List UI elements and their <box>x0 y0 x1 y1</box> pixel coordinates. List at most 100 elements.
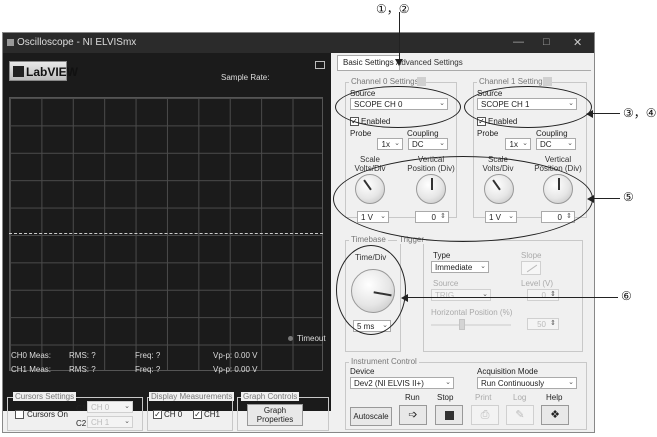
channel0-color-swatch <box>417 77 426 86</box>
maximize-button[interactable]: □ <box>543 36 550 48</box>
chevron-down-icon: ⌄ <box>394 140 400 147</box>
trigger-type-value: Immediate <box>435 263 473 272</box>
ch0-meas-label: CH0 Meas: <box>11 351 52 360</box>
cursors-on-checkbox[interactable] <box>15 410 24 419</box>
timebase-group-label: Timebase <box>349 235 388 244</box>
trigger-level-value: 0 <box>541 291 546 300</box>
ch1-vpp: Vp-p: 0.00 V <box>213 365 258 374</box>
annotation-arrow-1-2 <box>399 12 401 60</box>
chevron-down-icon: ⌄ <box>124 418 130 425</box>
title-bar: Oscilloscope - NI ELVISmx — □ ✕ <box>3 33 594 53</box>
channel1-group-label: Channel 1 Settings <box>477 77 549 86</box>
channel1-coupling-label: Coupling <box>536 129 568 138</box>
trigger-type-label: Type <box>433 251 451 260</box>
display-ch1-label: CH1 <box>204 410 221 419</box>
close-button[interactable]: ✕ <box>573 36 582 49</box>
help-label: Help <box>546 393 563 402</box>
autoscale-button[interactable]: Autoscale <box>350 407 392 426</box>
run-button[interactable]: ➩ <box>399 405 427 425</box>
print-label: Print <box>475 393 492 402</box>
ch0-vpp: Vp-p: 0.00 V <box>213 351 258 360</box>
spin-arrows-icon: ⇕ <box>550 320 556 327</box>
log-edit-icon: ✎ <box>515 409 525 421</box>
c2-select[interactable]: CH 1 ⌄ <box>87 416 133 428</box>
graph-controls-label: Graph Controls <box>241 392 300 401</box>
printer-icon: ⎙ <box>480 409 490 421</box>
graph-palette-icon[interactable] <box>315 61 325 69</box>
trigger-type-select[interactable]: Immediate ⌄ <box>431 261 489 273</box>
annotation-arrowhead-3-4 <box>586 109 593 118</box>
trigger-hpos-label: Horizontal Position (%) <box>431 308 513 317</box>
chevron-down-icon: ⌄ <box>439 140 445 147</box>
log-label: Log <box>513 393 527 402</box>
ch0-rms: RMS: ? <box>69 351 96 360</box>
channel0-probe-select[interactable]: 1x ⌄ <box>377 138 403 150</box>
trigger-hpos-spinner[interactable]: 50 ⇕ <box>527 318 559 330</box>
ch1-freq: Freq: ? <box>135 365 161 374</box>
acquisition-mode-select[interactable]: Run Continuously ⌄ <box>477 377 577 389</box>
annotation-ring-ch1-source <box>464 86 592 128</box>
annotation-label-1-2: ①，② <box>376 2 410 16</box>
display-ch1-checkbox[interactable]: ✓ <box>193 410 202 419</box>
annotation-label-3-4: ③，④ <box>623 106 657 120</box>
device-label: Device <box>350 367 375 376</box>
graph-properties-line1: Graph <box>263 406 287 415</box>
ch1-meas-label: CH1 Meas: <box>11 365 52 374</box>
annotation-arrowhead-6 <box>401 293 408 302</box>
run-label: Run <box>405 393 420 402</box>
labview-logo-icon <box>13 66 24 77</box>
graph-properties-line2: Properties <box>256 415 294 424</box>
annotation-ring-ch0-source <box>335 86 461 128</box>
stop-label: Stop <box>437 393 454 402</box>
channel1-probe-select[interactable]: 1x ⌄ <box>505 138 531 150</box>
channel1-color-swatch <box>543 77 552 86</box>
stop-button[interactable] <box>435 405 463 425</box>
c2-select-value: CH 1 <box>91 418 110 427</box>
channel0-coupling-select[interactable]: DC ⌄ <box>408 138 448 150</box>
chevron-down-icon: ⌄ <box>480 263 486 270</box>
trigger-source-value: TRIG <box>435 291 455 300</box>
print-button[interactable]: ⎙ <box>471 405 499 425</box>
channel1-probe-value: 1x <box>509 140 518 149</box>
trigger-source-label: Source <box>433 279 459 288</box>
tab-basic-settings[interactable]: Basic Settings <box>337 55 400 70</box>
trigger-slope-button[interactable] <box>521 261 541 275</box>
graph-properties-button[interactable]: Graph Properties <box>247 404 303 426</box>
scope-trace <box>9 233 323 234</box>
chevron-down-icon: ⌄ <box>568 379 574 386</box>
annotation-arrowhead-5 <box>587 194 594 203</box>
cursors-on-label: Cursors On <box>27 410 68 419</box>
device-value: Dev2 (NI ELVIS II+) <box>354 379 424 388</box>
display-measurements-label: Display Measurements <box>149 392 235 401</box>
run-arrow-icon: ➩ <box>408 409 418 421</box>
chevron-down-icon: ⌄ <box>567 140 573 147</box>
c1-label: C1 <box>76 404 87 413</box>
tab-advanced-settings[interactable]: Advanced Settings <box>396 58 463 67</box>
trigger-hpos-slider-thumb[interactable] <box>459 319 465 330</box>
ch1-rms: RMS: ? <box>69 365 96 374</box>
annotation-arrow-5 <box>593 198 620 200</box>
trigger-level-spinner[interactable]: 0 ⇕ <box>527 289 559 301</box>
app-icon <box>7 39 14 46</box>
annotation-label-6: ⑥ <box>621 289 632 303</box>
display-ch0-label: CH 0 <box>164 410 183 419</box>
annotation-label-5: ⑤ <box>623 190 634 204</box>
timeout-led-icon <box>288 336 293 341</box>
display-ch0-checkbox[interactable]: ✓ <box>153 410 162 419</box>
tab-divider <box>337 70 591 71</box>
channel0-coupling-value: DC <box>412 140 424 149</box>
minimize-button[interactable]: — <box>513 36 524 48</box>
scope-graph[interactable] <box>9 97 323 371</box>
trigger-hpos-slider[interactable] <box>431 324 511 326</box>
c1-select-value: CH 0 <box>91 403 110 412</box>
trigger-source-select[interactable]: TRIG ⌄ <box>431 289 491 301</box>
chevron-down-icon: ⌄ <box>445 379 451 386</box>
c1-select[interactable]: CH 0 ⌄ <box>87 401 133 413</box>
log-button[interactable]: ✎ <box>506 405 534 425</box>
device-select[interactable]: Dev2 (NI ELVIS II+) ⌄ <box>350 377 454 389</box>
help-button[interactable]: ❖ <box>541 405 569 425</box>
channel1-coupling-select[interactable]: DC ⌄ <box>536 138 576 150</box>
acquisition-mode-value: Run Continuously <box>481 379 545 388</box>
annotation-arrow-6 <box>406 297 618 299</box>
chevron-down-icon: ⌄ <box>124 403 130 410</box>
